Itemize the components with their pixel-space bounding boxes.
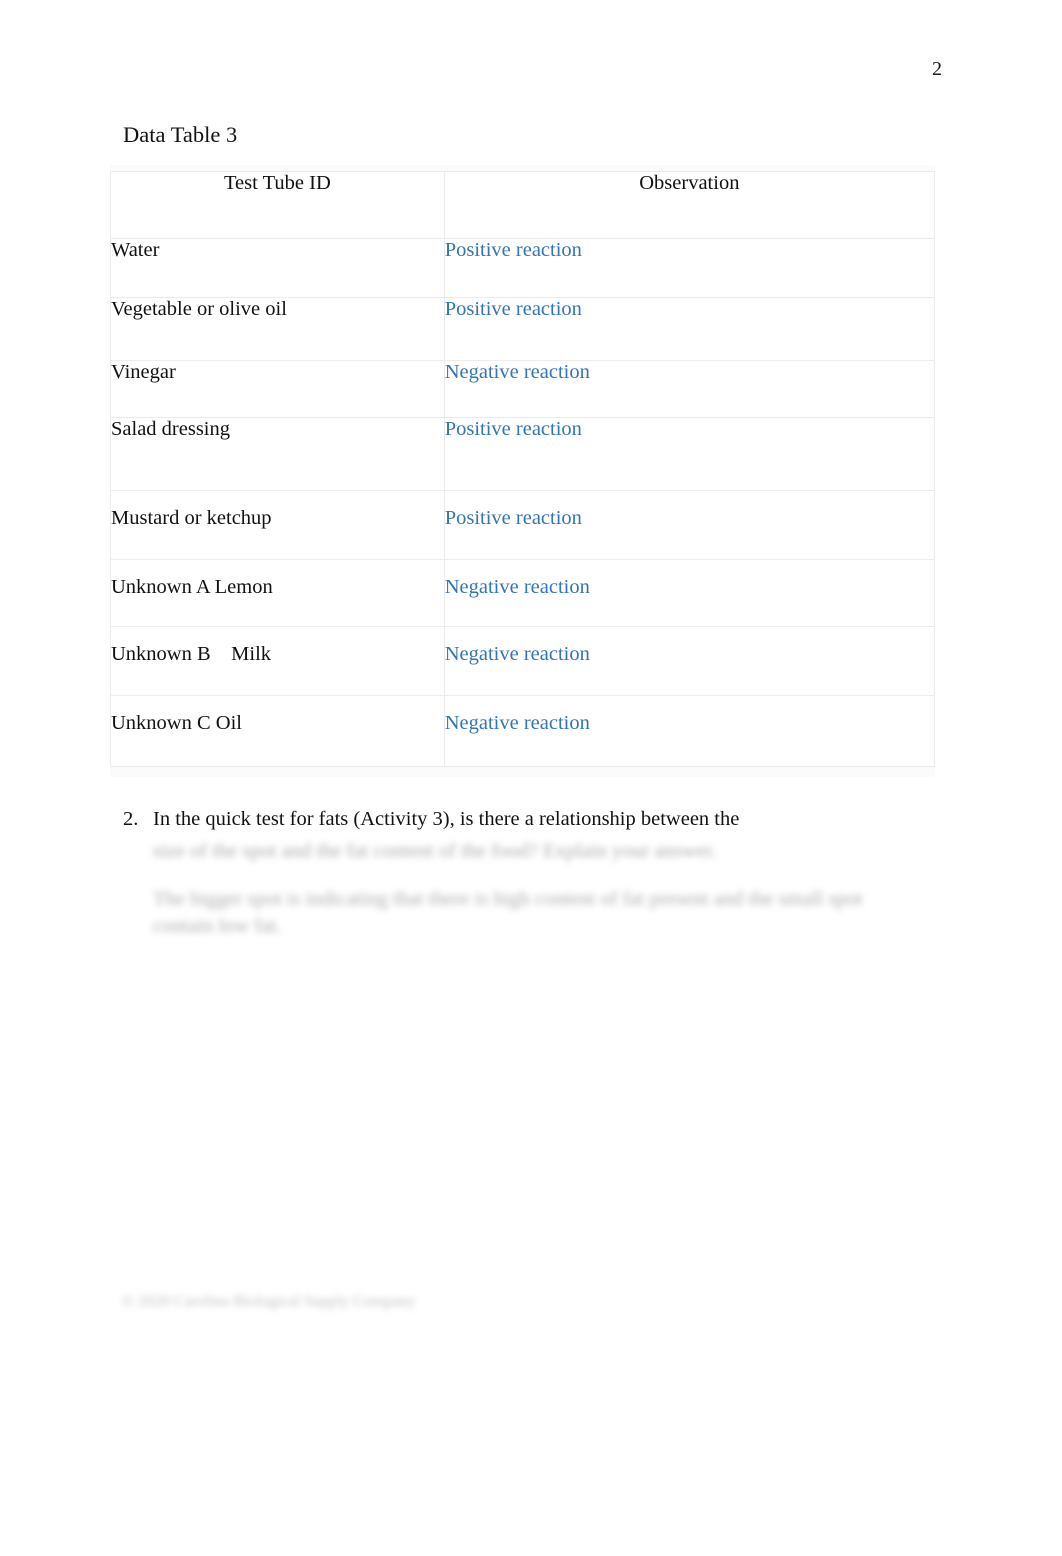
question-block: 2. In the quick test for fats (Activity … xyxy=(123,806,923,866)
question-text-continued-blurred: size of the spot and the fat content of … xyxy=(153,840,717,863)
cell-test-tube-id: Vegetable or olive oil xyxy=(110,297,445,361)
cell-observation: Negative reaction xyxy=(443,626,936,696)
table-body: Water Positive reaction Vegetable or oli… xyxy=(110,238,936,767)
document-page: 2 Data Table 3 Test Tube ID Observation … xyxy=(0,0,1062,1556)
cell-observation: Positive reaction xyxy=(443,417,936,491)
question-number: 2. xyxy=(123,808,139,830)
table-row: Vegetable or olive oil Positive reaction xyxy=(110,297,936,361)
table-row: Water Positive reaction xyxy=(110,238,936,298)
table-row: Vinegar Negative reaction xyxy=(110,360,936,418)
footer-copyright-blurred: © 2020 Carolina Biological Supply Compan… xyxy=(122,1293,416,1310)
cell-test-tube-id: Mustard or ketchup xyxy=(110,490,445,560)
cell-test-tube-id: Unknown A Lemon xyxy=(110,559,445,627)
cell-test-tube-id: Salad dressing xyxy=(110,417,445,491)
cell-observation: Positive reaction xyxy=(443,490,936,560)
table-row: Unknown C Oil Negative reaction xyxy=(110,695,936,767)
answer-text-blurred: The bigger spot is indicating that there… xyxy=(153,888,863,938)
table-row: Salad dressing Positive reaction xyxy=(110,417,936,491)
data-table-container: Test Tube ID Observation Water Positive … xyxy=(110,165,936,777)
page-title: Data Table 3 xyxy=(123,122,238,147)
cell-test-tube-id: Vinegar xyxy=(110,360,445,418)
cell-observation: Negative reaction xyxy=(443,360,936,418)
question-line: 2. In the quick test for fats (Activity … xyxy=(123,806,923,833)
cell-observation: Positive reaction xyxy=(443,297,936,361)
data-table-3: Test Tube ID Observation Water Positive … xyxy=(110,171,936,767)
table-row: Mustard or ketchup Positive reaction xyxy=(110,490,936,560)
table-header-row: Test Tube ID Observation xyxy=(110,171,936,239)
page-number: 2 xyxy=(932,58,942,80)
table-row: Unknown B Milk Negative reaction xyxy=(110,626,936,696)
cell-observation: Negative reaction xyxy=(443,559,936,627)
column-header-test-tube-id: Test Tube ID xyxy=(110,171,445,239)
table-row: Unknown A Lemon Negative reaction xyxy=(110,559,936,627)
cell-test-tube-id: Water xyxy=(110,238,445,298)
cell-test-tube-id: Unknown C Oil xyxy=(110,695,445,767)
cell-observation: Positive reaction xyxy=(443,238,936,298)
column-header-observation: Observation xyxy=(443,171,936,239)
cell-observation: Negative reaction xyxy=(443,695,936,767)
cell-test-tube-id: Unknown B Milk xyxy=(110,626,445,696)
question-text: In the quick test for fats (Activity 3),… xyxy=(153,808,740,830)
